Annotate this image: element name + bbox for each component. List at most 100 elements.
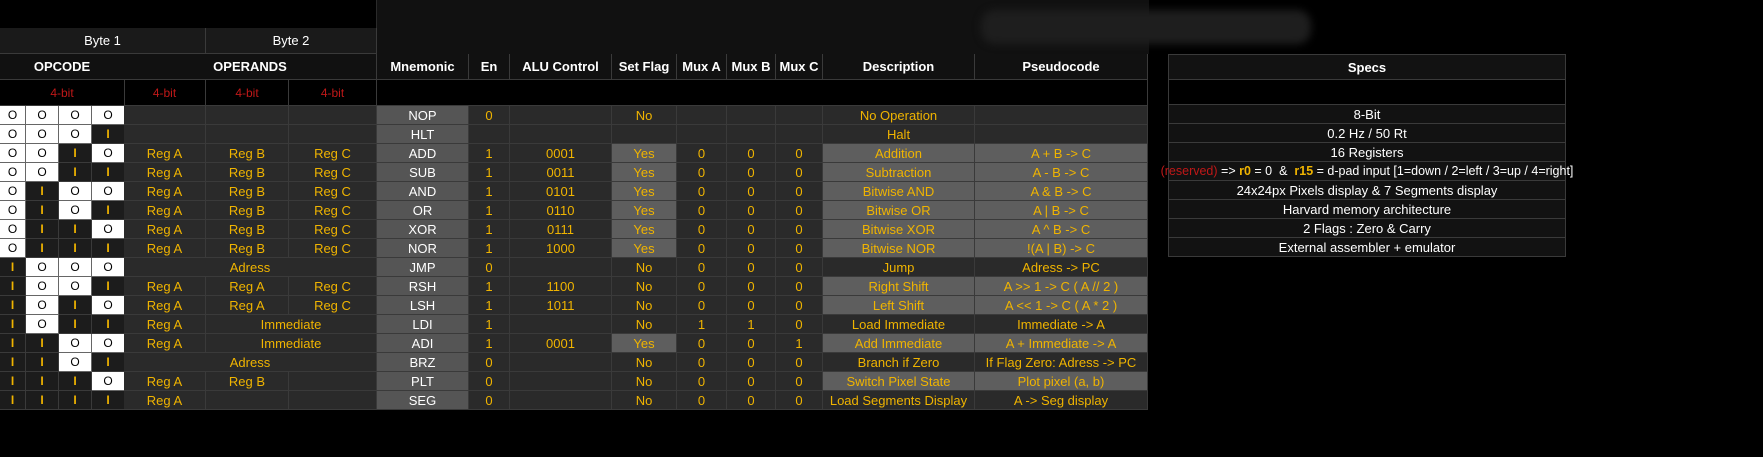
operand-1: Reg A [124,201,206,220]
mux-b-cell [727,125,776,144]
alu-control-cell: 1000 [510,239,612,258]
opcode-bit: I [92,239,125,258]
pseudocode-cell: A + B -> C [975,144,1148,163]
spec-item: 0.2 Hz / 50 Rt [1168,124,1566,143]
pseudocode-header: Pseudocode [975,54,1148,80]
reserved-r15: r15 [1294,164,1314,178]
opcode-bit: I [59,144,92,163]
mnemonic-cell: PLT [377,372,469,391]
mnemonic-cell: RSH [377,277,469,296]
set-flag-cell: Yes [612,163,677,182]
set-flag-cell: No [612,315,677,334]
set-flag-cell [612,125,677,144]
mux-c-cell: 0 [776,239,823,258]
set-flag-cell: Yes [612,201,677,220]
description-cell: Subtraction [823,163,975,182]
operand-1: Reg A [124,144,206,163]
operand-3 [289,125,377,144]
description-cell: Add Immediate [823,334,975,353]
opcode-bit: O [26,258,59,277]
description-cell: Branch if Zero [823,353,975,372]
alu-control-cell [510,106,612,125]
mux-b-cell: 0 [727,182,776,201]
operand-register: Reg A [124,334,206,353]
opcode-bit: I [0,296,26,315]
spec-item: Harvard memory architecture [1168,200,1566,219]
mux-b-cell: 0 [727,258,776,277]
mux-c-header: Mux C [776,54,823,80]
set-flag-cell: No [612,296,677,315]
mux-b-cell [727,106,776,125]
mux-b-cell: 0 [727,201,776,220]
pseudocode-cell: A >> 1 -> C ( A // 2 ) [975,277,1148,296]
operand-immediate: Immediate [206,334,377,353]
operand-1: Reg A [124,277,206,296]
mnemonic-cell: JMP [377,258,469,277]
en-header: En [469,54,510,80]
set-flag-header: Set Flag [612,54,677,80]
pseudocode-cell: !(A | B) -> C [975,239,1148,258]
opcode-bit: I [26,220,59,239]
description-cell: Right Shift [823,277,975,296]
opcode-sheet: Byte 1 Byte 2 OPCODE OPERANDS Mnemonic En ALU … [0,0,1311,457]
opcode-bit: I [92,353,125,372]
opcode-bit: I [26,182,59,201]
opcode-bit: I [0,258,26,277]
mux-a-cell: 0 [677,296,727,315]
operand-2: Reg B [206,163,289,182]
en-cell: 1 [469,201,510,220]
en-cell: 0 [469,258,510,277]
opcode-bit: I [0,372,26,391]
alu-control-cell [510,315,612,334]
pseudocode-cell: A - B -> C [975,163,1148,182]
mux-b-cell: 0 [727,353,776,372]
reserved-label: (reserved) [1160,164,1218,178]
title-area [376,0,1311,54]
operand-2 [206,125,289,144]
operand-1: Reg A [124,163,206,182]
operand-2: Reg B [206,144,289,163]
en-cell: 1 [469,277,510,296]
opcode-bit: I [59,296,92,315]
set-flag-cell: No [612,106,677,125]
opcode-bit: I [0,334,26,353]
bit-size-label: 4-bit [289,80,377,106]
operand-2 [206,391,289,410]
set-flag-cell: No [612,277,677,296]
mux-a-cell: 0 [677,258,727,277]
alu-control-cell [510,125,612,144]
description-cell: Bitwise NOR [823,239,975,258]
opcode-bit: I [26,372,59,391]
spec-item: External assembler + emulator [1168,238,1566,257]
pseudocode-cell: A -> Seg display [975,391,1148,410]
set-flag-cell: Yes [612,334,677,353]
mnemonic-cell: XOR [377,220,469,239]
description-cell: Addition [823,144,975,163]
opcode-bit: O [92,106,125,125]
pseudocode-cell: Plot pixel (a, b) [975,372,1148,391]
description-cell: Load Immediate [823,315,975,334]
operand-3: Reg C [289,296,377,315]
en-cell: 0 [469,353,510,372]
mux-c-cell: 0 [776,163,823,182]
en-cell: 0 [469,372,510,391]
opcode-bit: O [26,163,59,182]
opcode-bit: I [92,201,125,220]
mux-a-cell: 0 [677,372,727,391]
opcode-bit: I [0,315,26,334]
operand-address: Adress [124,353,377,372]
bit-size-spacer [377,80,1148,106]
opcode-bit: I [59,239,92,258]
opcode-bit: I [26,334,59,353]
alu-control-cell [510,258,612,277]
alu-control-cell [510,372,612,391]
mnemonic-cell: NOP [377,106,469,125]
mnemonic-cell: BRZ [377,353,469,372]
opcode-bit: O [26,315,59,334]
description-cell: Switch Pixel State [823,372,975,391]
mux-b-cell: 1 [727,315,776,334]
mux-c-cell: 0 [776,353,823,372]
opcode-bit: O [92,144,125,163]
pseudocode-cell: A ^ B -> C [975,220,1148,239]
opcode-bit: O [92,258,125,277]
